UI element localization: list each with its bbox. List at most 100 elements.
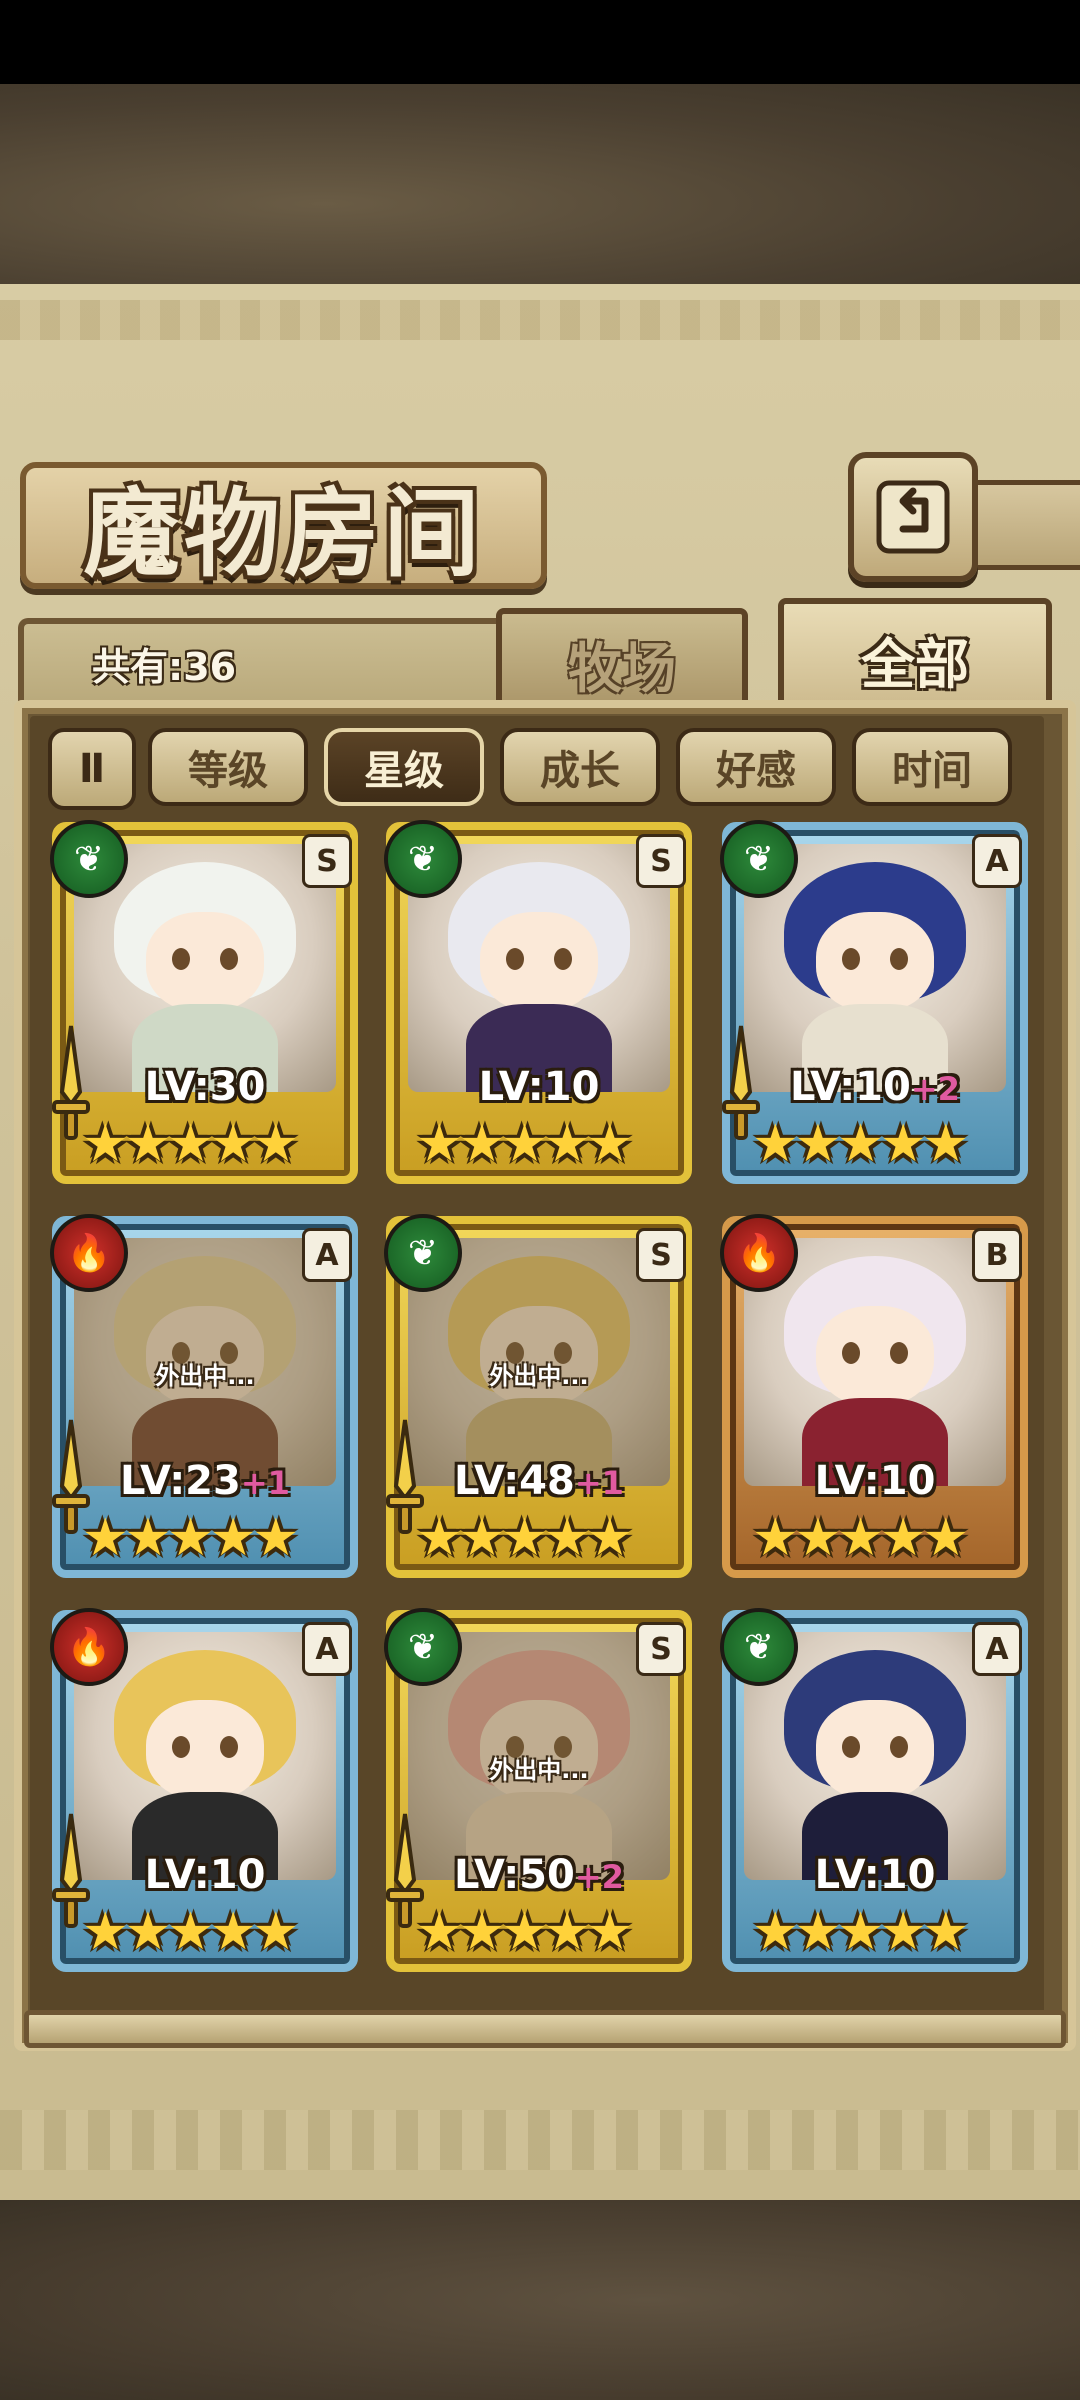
monster-card[interactable]: ❦ A LV:10 ★★★★★ xyxy=(720,1608,1028,1972)
portrait-eye xyxy=(890,948,908,970)
leaf-element-icon: ❦ xyxy=(720,820,798,898)
level-value: LV:10 xyxy=(814,1852,936,1898)
leaf-element-icon: ❦ xyxy=(720,1608,798,1686)
portrait-eye xyxy=(172,1736,190,1758)
status-bar xyxy=(0,0,1080,84)
level-bonus: +1 xyxy=(240,1464,290,1502)
rank-badge: A xyxy=(302,1622,352,1676)
star-icons: ★★★★★ xyxy=(752,1902,969,1962)
away-status: 外出中... xyxy=(489,1362,589,1390)
panel-bottom-ledge xyxy=(24,2010,1066,2048)
level-value: LV:10 xyxy=(144,1852,266,1898)
star-icons: ★★★★★ xyxy=(416,1902,633,1962)
tab-all[interactable]: 全部 xyxy=(778,598,1052,714)
level-value: LV:10 xyxy=(814,1458,936,1504)
torn-edge-bottom xyxy=(0,2110,1080,2170)
monster-card[interactable]: 外出中... ❦ S LV:50+2 ★★★★★ xyxy=(384,1608,692,1972)
sort-order-toggle[interactable]: Ⅱ xyxy=(48,728,136,810)
monster-card[interactable]: ❦ S LV:30 ★★★★★ xyxy=(50,820,358,1184)
level-label: LV:23+1 xyxy=(52,1458,358,1504)
portrait-eye xyxy=(842,948,860,970)
rank-badge: A xyxy=(972,1622,1022,1676)
level-bonus: +2 xyxy=(910,1070,960,1108)
level-label: LV:48+1 xyxy=(386,1458,692,1504)
monster-card[interactable]: ❦ A LV:10+2 ★★★★★ xyxy=(720,820,1028,1184)
away-status: 外出中... xyxy=(155,1362,255,1390)
portrait-eye xyxy=(842,1736,860,1758)
portrait-face xyxy=(816,1700,934,1800)
star-icons: ★★★★★ xyxy=(752,1114,969,1174)
portrait-face xyxy=(816,912,934,1012)
leaf-element-icon: ❦ xyxy=(384,820,462,898)
rank-badge: B xyxy=(972,1228,1022,1282)
sort-affection-button[interactable]: 好感 xyxy=(676,728,836,806)
level-label: LV:50+2 xyxy=(386,1852,692,1898)
level-label: LV:30 xyxy=(52,1064,358,1110)
portrait-face xyxy=(480,912,598,1012)
rank-badge: S xyxy=(302,834,352,888)
portrait-eye xyxy=(554,948,572,970)
tab-farm[interactable]: 牧场 xyxy=(496,608,748,712)
monster-card[interactable]: 🔥 A LV:10 ★★★★★ xyxy=(50,1608,358,1972)
portrait-face xyxy=(146,912,264,1012)
portrait-eye xyxy=(890,1342,908,1364)
portrait-face xyxy=(146,1700,264,1800)
star-rating: ★★★★★ xyxy=(416,1904,662,1960)
portrait-face xyxy=(816,1306,934,1406)
star-icons: ★★★★★ xyxy=(82,1902,299,1962)
back-arrow-icon xyxy=(876,480,950,554)
level-value: LV:10 xyxy=(790,1064,911,1110)
star-rating: ★★★★★ xyxy=(416,1116,662,1172)
star-rating: ★★★★★ xyxy=(752,1904,998,1960)
monster-card[interactable]: 🔥 B LV:10 ★★★★★ xyxy=(720,1214,1028,1578)
level-label: LV:10+2 xyxy=(722,1064,1028,1110)
level-value: LV:10 xyxy=(478,1064,600,1110)
portrait-eye xyxy=(506,948,524,970)
star-icons: ★★★★★ xyxy=(752,1508,969,1568)
fire-element-icon: 🔥 xyxy=(50,1608,128,1686)
leaf-element-icon: ❦ xyxy=(50,820,128,898)
monster-card[interactable]: 外出中... 🔥 A LV:23+1 ★★★★★ xyxy=(50,1214,358,1578)
leaf-element-icon: ❦ xyxy=(384,1214,462,1292)
rank-badge: S xyxy=(636,1622,686,1676)
rank-badge: S xyxy=(636,1228,686,1282)
level-bonus: +1 xyxy=(574,1464,624,1502)
rank-badge: S xyxy=(636,834,686,888)
sort-star-button[interactable]: 星级 xyxy=(324,728,484,806)
level-value: LV:50 xyxy=(454,1852,575,1898)
monster-card[interactable]: 外出中... ❦ S LV:48+1 ★★★★★ xyxy=(384,1214,692,1578)
level-label: LV:10 xyxy=(722,1852,1028,1898)
sort-growth-button[interactable]: 成长 xyxy=(500,728,660,806)
portrait-eye xyxy=(890,1736,908,1758)
level-value: LV:48 xyxy=(454,1458,575,1504)
fire-element-icon: 🔥 xyxy=(720,1214,798,1292)
portrait-eye xyxy=(172,948,190,970)
star-rating: ★★★★★ xyxy=(82,1116,328,1172)
star-icons: ★★★★★ xyxy=(416,1114,633,1174)
sort-bar: Ⅱ 等级 星级 成长 好感 时间 xyxy=(48,728,1038,810)
map-background-top xyxy=(0,84,1080,284)
back-button[interactable] xyxy=(848,452,978,582)
away-status: 外出中... xyxy=(489,1756,589,1784)
level-value: LV:30 xyxy=(144,1064,266,1110)
star-rating: ★★★★★ xyxy=(752,1510,998,1566)
sort-time-button[interactable]: 时间 xyxy=(852,728,1012,806)
level-label: LV:10 xyxy=(386,1064,692,1110)
star-icons: ★★★★★ xyxy=(82,1114,299,1174)
star-rating: ★★★★★ xyxy=(416,1510,662,1566)
rank-badge: A xyxy=(302,1228,352,1282)
sort-level-button[interactable]: 等级 xyxy=(148,728,308,806)
fire-element-icon: 🔥 xyxy=(50,1214,128,1292)
title-plate: 魔物房间 xyxy=(20,462,547,590)
portrait-eye xyxy=(220,1736,238,1758)
level-label: LV:10 xyxy=(722,1458,1028,1504)
back-rail xyxy=(966,480,1080,570)
leaf-element-icon: ❦ xyxy=(384,1608,462,1686)
monster-card[interactable]: ❦ S LV:10 ★★★★★ xyxy=(384,820,692,1184)
portrait-eye xyxy=(842,1342,860,1364)
page-title: 魔物房间 xyxy=(83,477,484,590)
map-background-bottom xyxy=(0,2200,1080,2400)
level-bonus: +2 xyxy=(574,1858,624,1896)
portrait-eye xyxy=(220,948,238,970)
star-icons: ★★★★★ xyxy=(416,1508,633,1568)
